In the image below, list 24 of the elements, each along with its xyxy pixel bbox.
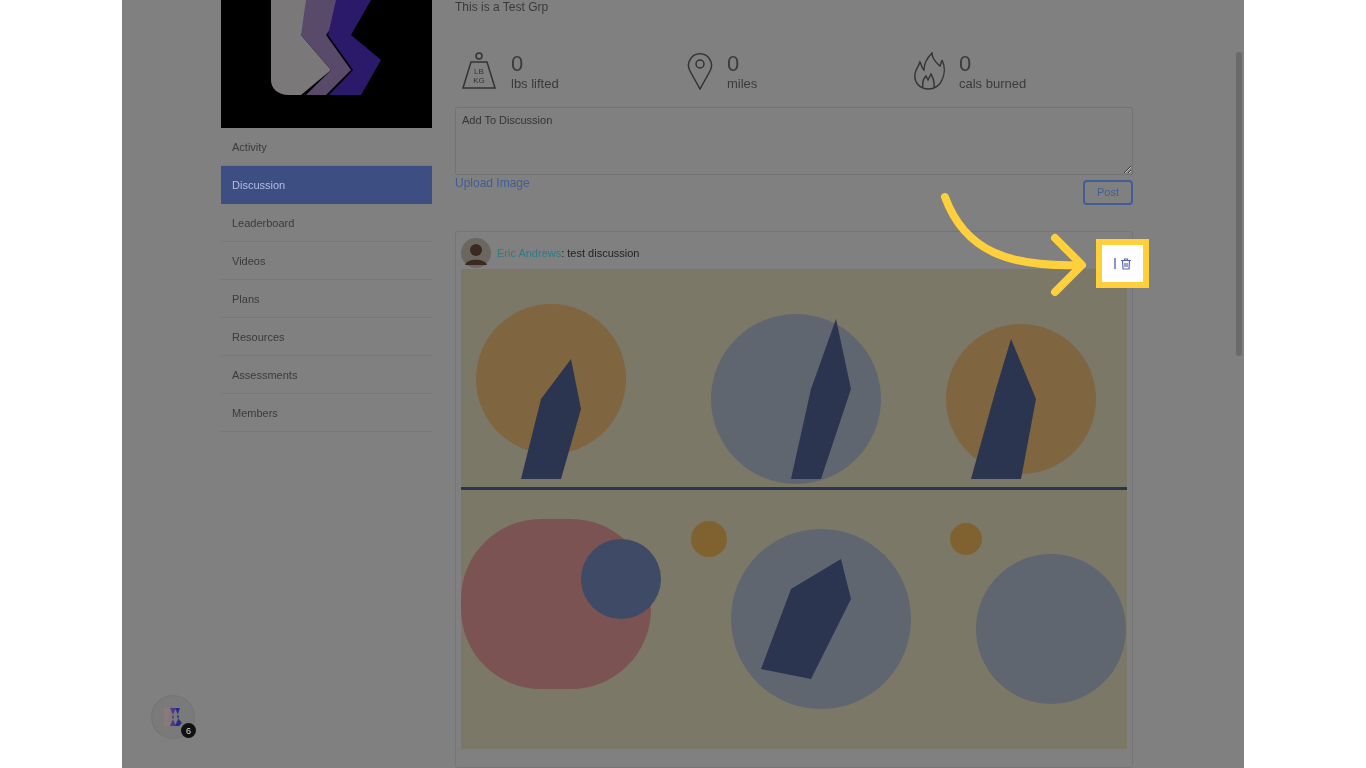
stat-value: 0 — [727, 52, 741, 76]
nav-item[interactable]: Discussion — [221, 166, 432, 204]
trash-icon[interactable] — [1119, 257, 1132, 270]
post-message: Eric Andrews: test discussion — [497, 246, 640, 259]
discussion-input[interactable]: Add To Discussion — [455, 106, 1133, 175]
stat-value: 0 — [959, 52, 973, 76]
nav-item[interactable]: Members — [221, 394, 432, 432]
nav-item[interactable]: Resources — [221, 318, 432, 356]
upload-image-link[interactable]: Upload Image — [455, 175, 530, 190]
post-button[interactable]: Post — [1083, 179, 1133, 205]
divider-icon — [1113, 258, 1116, 269]
location-pin-icon — [687, 52, 713, 90]
stat-value: 0 — [511, 52, 525, 76]
group-title: This is a Test Grp — [455, 0, 550, 14]
nav-item[interactable]: Assessments — [221, 356, 432, 394]
logo-icon — [161, 705, 185, 729]
nav-item[interactable]: Plans — [221, 280, 432, 318]
stat-label: miles — [727, 76, 758, 91]
stat-label: lbs lifted — [511, 76, 559, 91]
flame-icon — [913, 52, 945, 90]
avatar — [461, 237, 491, 268]
stat-label: cals burned — [959, 76, 1027, 91]
nav-item[interactable]: Videos — [221, 242, 432, 280]
nav-item[interactable]: Leaderboard — [221, 204, 432, 242]
